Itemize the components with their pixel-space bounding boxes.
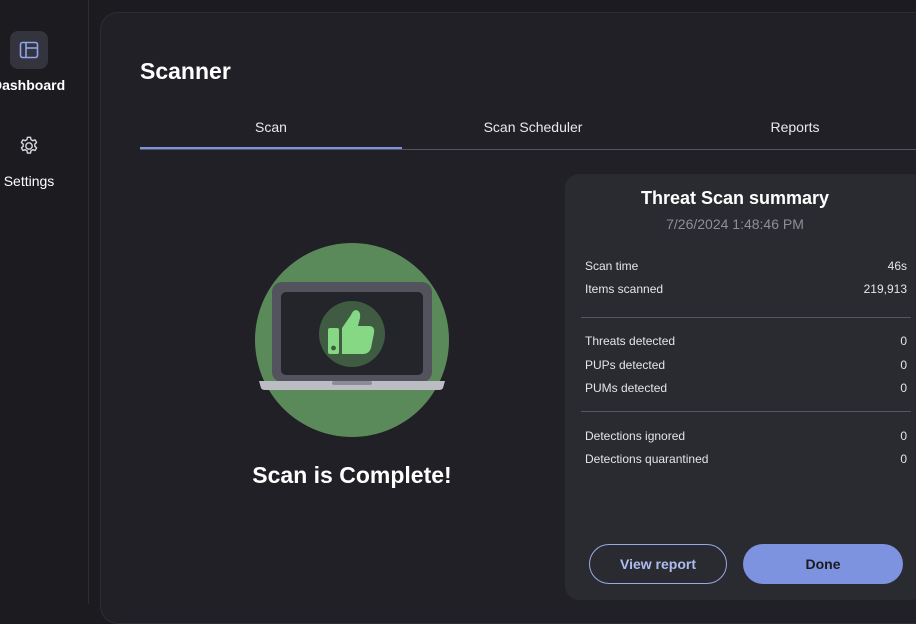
page-title: Scanner <box>140 58 231 84</box>
row-value: 0 <box>900 429 907 443</box>
row-label: Detections quarantined <box>585 452 709 466</box>
summary-row-ignored: Detections ignored 0 <box>585 429 907 443</box>
row-value: 0 <box>900 358 907 372</box>
row-value: 0 <box>900 334 907 348</box>
tab-bar: Scan Scan Scheduler Reports <box>140 110 916 150</box>
row-label: Threats detected <box>585 334 676 348</box>
divider <box>581 411 911 412</box>
summary-row-quarantined: Detections quarantined 0 <box>585 452 907 466</box>
summary-row-pums: PUMs detected 0 <box>585 381 907 395</box>
summary-datetime: 7/26/2024 1:48:46 PM <box>666 216 804 232</box>
summary-row-items-scanned: Items scanned 219,913 <box>585 282 907 296</box>
row-label: PUPs detected <box>585 358 666 372</box>
scan-complete-message: Scan is Complete! <box>252 462 452 488</box>
sidebar-item-label: Dashboard <box>0 77 66 93</box>
done-button[interactable]: Done <box>743 544 903 584</box>
tab-scan-scheduler[interactable]: Scan Scheduler <box>402 110 664 148</box>
tab-scan[interactable]: Scan <box>140 110 402 149</box>
sidebar-item-label: Settings <box>3 173 55 189</box>
summary-row-scan-time: Scan time 46s <box>585 259 907 273</box>
row-value: 0 <box>900 381 907 395</box>
row-value: 219,913 <box>863 282 907 296</box>
laptop-thumbs-up-icon <box>254 242 450 438</box>
tab-reports[interactable]: Reports <box>664 110 916 148</box>
row-label: Scan time <box>585 259 639 273</box>
sidebar-item-settings[interactable]: Settings <box>0 127 58 189</box>
row-label: PUMs detected <box>585 381 668 395</box>
view-report-button[interactable]: View report <box>589 544 727 584</box>
sidebar-item-dashboard[interactable]: Dashboard <box>0 31 66 93</box>
dashboard-icon <box>10 31 48 69</box>
gear-icon <box>10 127 48 165</box>
summary-row-threats: Threats detected 0 <box>585 334 907 348</box>
row-value: 46s <box>887 259 907 273</box>
summary-row-pups: PUPs detected 0 <box>585 358 907 372</box>
row-label: Items scanned <box>585 282 664 296</box>
sidebar: Dashboard Settings <box>0 0 89 604</box>
row-label: Detections ignored <box>585 429 686 443</box>
row-value: 0 <box>900 452 907 466</box>
divider <box>581 317 911 318</box>
summary-title: Threat Scan summary <box>640 188 830 208</box>
